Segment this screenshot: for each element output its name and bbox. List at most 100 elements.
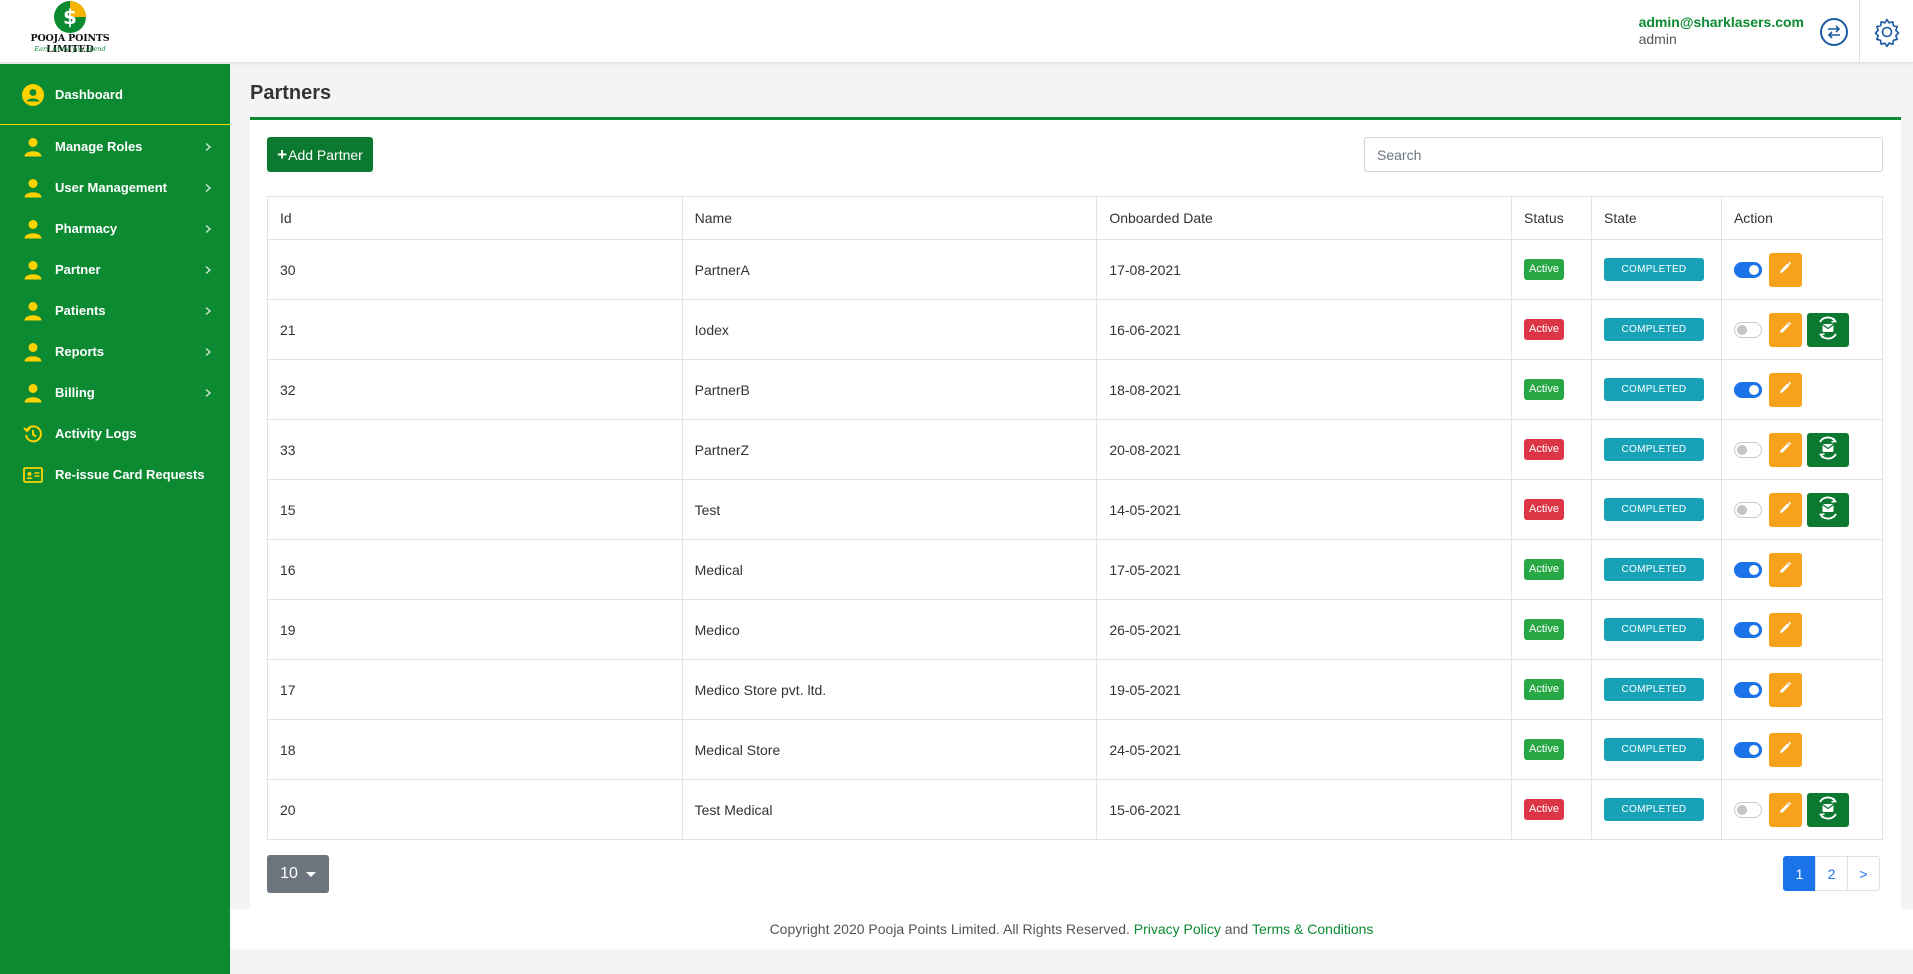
status-toggle[interactable] — [1733, 621, 1762, 638]
chevron-right-icon — [205, 183, 212, 192]
sidebar-item-partner[interactable]: Partner — [0, 249, 230, 290]
edit-button[interactable] — [1768, 672, 1802, 707]
toggle-knob — [1748, 624, 1759, 635]
id-card-icon — [22, 464, 44, 486]
status-toggle[interactable] — [1733, 381, 1762, 398]
pencil-icon — [1778, 681, 1792, 698]
edit-button[interactable] — [1768, 252, 1802, 287]
column-header-name[interactable]: Name — [681, 196, 1098, 240]
page-size-dropdown[interactable]: 10 — [267, 855, 329, 893]
status-toggle[interactable] — [1733, 321, 1762, 338]
sidebar-item-pharmacy[interactable]: Pharmacy — [0, 208, 230, 249]
edit-button[interactable] — [1768, 312, 1802, 347]
sidebar-item-reissue-card-requests[interactable]: Re-issue Card Requests — [0, 454, 230, 495]
privacy-policy-link[interactable]: Privacy Policy — [1134, 921, 1221, 937]
edit-button[interactable] — [1768, 612, 1802, 647]
status-badge: Active — [1524, 619, 1564, 640]
status-badge: Active — [1524, 379, 1564, 400]
edit-button[interactable] — [1768, 552, 1802, 587]
cell-action — [1720, 299, 1884, 360]
row-actions — [1733, 612, 1870, 647]
chevron-right-icon — [205, 224, 212, 233]
edit-button[interactable] — [1768, 732, 1802, 767]
status-toggle[interactable] — [1733, 741, 1762, 758]
resend-email-button[interactable] — [1806, 492, 1849, 527]
table-row: 21 Iodex 16-06-2021 Active COMPLETED — [267, 299, 1884, 360]
cell-status: Active — [1511, 239, 1592, 300]
table-row: 19 Medico 26-05-2021 Active COMPLETED — [267, 599, 1884, 660]
edit-button[interactable] — [1768, 432, 1802, 467]
cell-state: COMPLETED — [1590, 599, 1722, 660]
cell-state: COMPLETED — [1590, 539, 1722, 600]
cell-action — [1720, 779, 1884, 840]
terms-link[interactable]: Terms & Conditions — [1252, 921, 1373, 937]
page-link-2[interactable]: 2 — [1815, 856, 1848, 891]
resend-email-button[interactable] — [1806, 312, 1849, 347]
sidebar-item-label: Re-issue Card Requests — [55, 467, 205, 482]
cell-id: 21 — [267, 299, 683, 360]
resend-mail-icon — [1815, 436, 1841, 463]
column-header-id[interactable]: Id — [267, 196, 683, 240]
row-actions — [1733, 792, 1870, 827]
search-input[interactable] — [1364, 137, 1883, 172]
page-next[interactable]: > — [1847, 856, 1880, 891]
sidebar-item-activity-logs[interactable]: Activity Logs — [0, 413, 230, 454]
add-partner-button[interactable]: + Add Partner — [267, 137, 373, 172]
settings-button[interactable] — [1859, 0, 1913, 63]
page-link-1[interactable]: 1 — [1783, 856, 1816, 891]
edit-button[interactable] — [1768, 792, 1802, 827]
resend-email-button[interactable] — [1806, 792, 1849, 827]
status-toggle[interactable] — [1733, 681, 1762, 698]
sidebar-item-user-management[interactable]: User Management — [0, 167, 230, 208]
sidebar-item-label: Pharmacy — [55, 221, 118, 236]
gear-icon — [1874, 18, 1899, 47]
sidebar-item-reports[interactable]: Reports — [0, 331, 230, 372]
sidebar-item-dashboard[interactable]: Dashboard — [0, 74, 230, 115]
swap-button[interactable] — [1820, 18, 1848, 46]
table-header-row: Id Name Onboarded Date Status State Acti… — [267, 196, 1884, 240]
table-row: 20 Test Medical 15-06-2021 Active COMPLETED — [267, 779, 1884, 840]
status-toggle[interactable] — [1733, 501, 1762, 518]
cell-onboarded-date: 17-05-2021 — [1096, 539, 1512, 600]
cell-id: 33 — [267, 419, 683, 480]
column-header-action: Action — [1720, 196, 1884, 240]
table-row: 17 Medico Store pvt. ltd. 19-05-2021 Active… — [267, 659, 1884, 720]
status-toggle[interactable] — [1733, 801, 1762, 818]
sidebar-item-patients[interactable]: Patients — [0, 290, 230, 331]
edit-button[interactable] — [1768, 492, 1802, 527]
sidebar-item-manage-roles[interactable]: Manage Roles — [0, 126, 230, 167]
chevron-right-icon — [205, 265, 212, 274]
pencil-icon — [1778, 261, 1792, 278]
cell-onboarded-date: 17-08-2021 — [1096, 239, 1512, 300]
status-toggle[interactable] — [1733, 561, 1762, 578]
cell-name: Medico — [681, 599, 1098, 660]
status-toggle[interactable] — [1733, 441, 1762, 458]
cell-id: 17 — [267, 659, 683, 720]
cell-onboarded-date: 18-08-2021 — [1096, 359, 1512, 420]
column-header-onboarded-date[interactable]: Onboarded Date — [1096, 196, 1512, 240]
cell-name: Test Medical — [681, 779, 1098, 840]
user-info[interactable]: admin@sharklasers.com admin — [1639, 14, 1804, 47]
cell-name: PartnerA — [681, 239, 1098, 300]
column-header-state[interactable]: State — [1590, 196, 1722, 240]
resend-email-button[interactable] — [1806, 432, 1849, 467]
status-badge: Active — [1524, 499, 1564, 520]
sidebar-item-label: Dashboard — [55, 87, 123, 102]
svg-text:$: $ — [63, 5, 77, 29]
edit-button[interactable] — [1768, 372, 1802, 407]
user-icon — [22, 136, 44, 158]
footer: Copyright 2020 Pooja Points Limited. All… — [230, 909, 1913, 949]
logo-mark-icon: $ — [54, 1, 86, 33]
sidebar-item-billing[interactable]: Billing — [0, 372, 230, 413]
cell-action — [1720, 719, 1884, 780]
cell-id: 19 — [267, 599, 683, 660]
status-toggle[interactable] — [1733, 261, 1762, 278]
sidebar-item-label: User Management — [55, 180, 167, 195]
cell-state: COMPLETED — [1590, 659, 1722, 720]
column-header-status[interactable]: Status — [1511, 196, 1592, 240]
chevron-right-icon — [205, 388, 212, 397]
brand-logo[interactable]: $ POOJA POINTS LIMITED Earn while you sp… — [18, 0, 122, 58]
row-actions — [1733, 312, 1870, 347]
status-badge: Active — [1524, 799, 1564, 820]
toggle-knob — [1748, 684, 1759, 695]
